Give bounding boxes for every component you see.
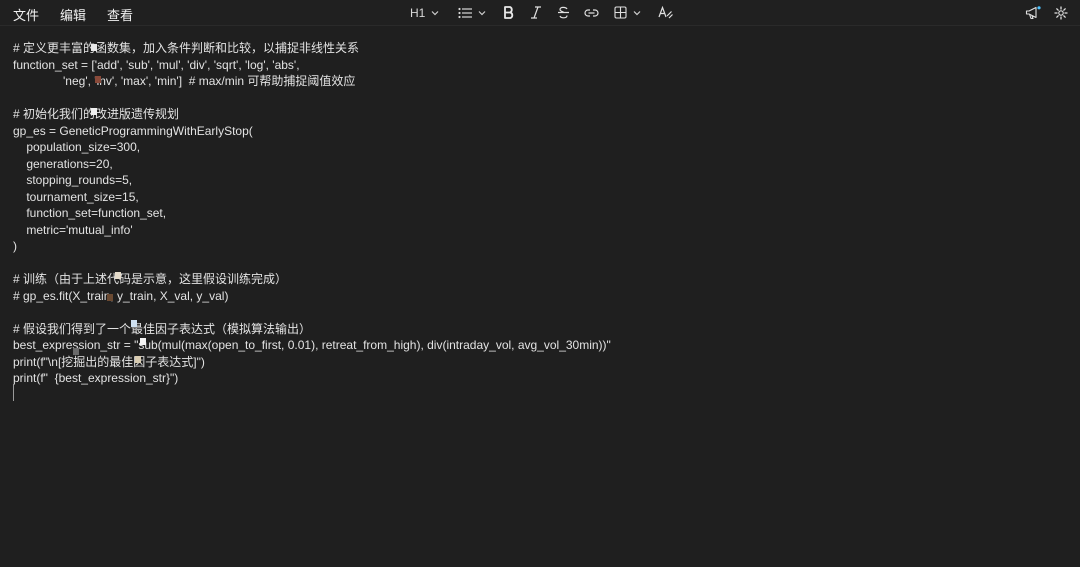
menu-bar: 文件 编辑 查看 H1 xyxy=(0,0,1080,26)
code-line: print(f"\n[挖掘出的最佳因子表达式]") xyxy=(13,355,205,369)
chevron-down-icon xyxy=(431,10,439,15)
code-line: # 假设我们得到了一个最佳因子表达式（模拟算法输出） xyxy=(13,322,312,336)
italic-icon xyxy=(531,6,541,19)
strikethrough-button[interactable] xyxy=(557,3,570,22)
text-caret xyxy=(13,384,14,401)
link-icon xyxy=(584,8,599,17)
notepad-window: 文件 编辑 查看 H1 # 定义更丰富的函数集，加入条件判断和比较，以捕捉非线性… xyxy=(0,0,1080,567)
menu-file[interactable]: 文件 xyxy=(11,4,41,25)
code-line: generations=20, xyxy=(13,157,113,171)
clear-formatting-button[interactable] xyxy=(658,3,673,22)
settings-button[interactable] xyxy=(1054,3,1068,22)
strikethrough-icon xyxy=(558,6,569,19)
text-editor-area[interactable]: # 定义更丰富的函数集，加入条件判断和比较，以捕捉非线性关系 function_… xyxy=(0,26,1080,567)
code-line: # gp_es.fit(X_train, y_train, X_val, y_v… xyxy=(13,289,229,303)
code-line: best_expression_str = "sub(mul(max(open_… xyxy=(13,338,611,352)
heading-label: H1 xyxy=(410,5,426,20)
noise-patch xyxy=(73,348,79,355)
code-line: # 训练（由于上述代码是示意，这里假设训练完成） xyxy=(13,272,288,286)
code-line: metric='mutual_info' xyxy=(13,223,133,237)
code-line: population_size=300, xyxy=(13,140,141,154)
noise-patch xyxy=(131,320,137,327)
code-line: function_set = ['add', 'sub', 'mul', 'di… xyxy=(13,58,300,72)
link-button[interactable] xyxy=(584,3,599,22)
code-line: function_set=function_set, xyxy=(13,206,167,220)
chevron-down-icon xyxy=(633,10,641,15)
megaphone-icon xyxy=(1025,5,1041,19)
bold-icon xyxy=(504,6,514,19)
code-line: print(f" {best_expression_str}") xyxy=(13,371,179,385)
list-icon xyxy=(458,7,472,18)
heading-dropdown[interactable]: H1 xyxy=(410,3,439,22)
noise-patch xyxy=(140,338,146,345)
code-line: 'neg', 'inv', 'max', 'min'] # max/min 可帮… xyxy=(13,74,356,88)
clear-formatting-icon xyxy=(658,6,673,19)
italic-button[interactable] xyxy=(530,3,542,22)
list-dropdown[interactable] xyxy=(458,3,486,22)
noise-patch xyxy=(115,272,121,279)
noise-patch xyxy=(107,294,113,301)
code-line: # 定义更丰富的函数集，加入条件判断和比较，以捕捉非线性关系 xyxy=(13,41,360,55)
code-line: ) xyxy=(13,239,17,253)
gear-icon xyxy=(1054,5,1068,20)
chevron-down-icon xyxy=(478,10,486,15)
bold-button[interactable] xyxy=(503,3,515,22)
noise-patch xyxy=(91,108,97,115)
noise-patch xyxy=(135,356,141,363)
noise-patch xyxy=(91,44,97,51)
table-icon xyxy=(614,6,627,19)
noise-patch xyxy=(95,76,101,83)
code-line: stopping_rounds=5, xyxy=(13,173,133,187)
code-line: gp_es = GeneticProgrammingWithEarlyStop( xyxy=(13,124,253,138)
menu-view[interactable]: 查看 xyxy=(105,4,135,25)
menu-edit[interactable]: 编辑 xyxy=(58,4,88,25)
code-line: tournament_size=15, xyxy=(13,190,139,204)
announcements-button[interactable] xyxy=(1025,3,1041,22)
table-dropdown[interactable] xyxy=(614,3,641,22)
